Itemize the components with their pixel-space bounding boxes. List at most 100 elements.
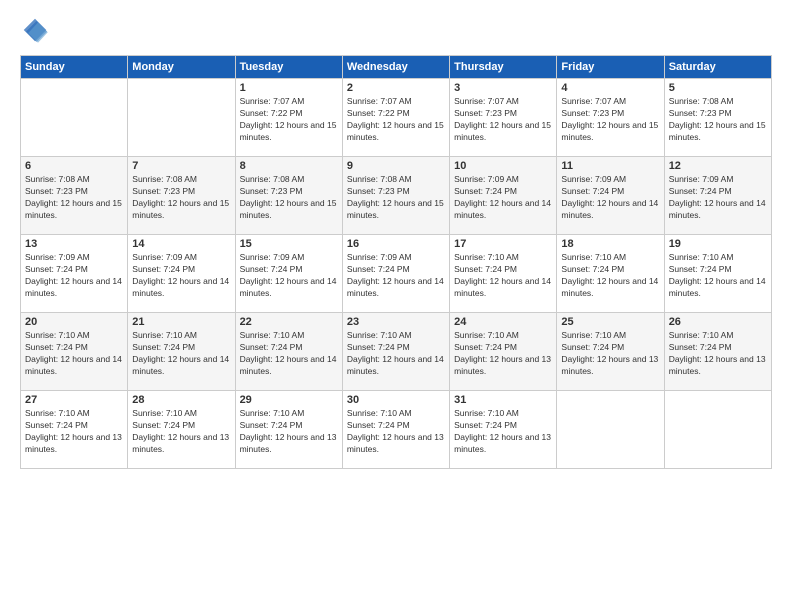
day-number: 28	[132, 394, 230, 406]
calendar-day-header: Monday	[128, 56, 235, 79]
calendar-day-cell: 1 Sunrise: 7:07 AMSunset: 7:22 PMDaylight…	[235, 79, 342, 157]
day-number: 19	[669, 238, 767, 250]
day-info: Sunrise: 7:07 AMSunset: 7:23 PMDaylight:…	[454, 96, 552, 144]
day-info: Sunrise: 7:10 AMSunset: 7:24 PMDaylight:…	[25, 408, 123, 456]
day-info: Sunrise: 7:10 AMSunset: 7:24 PMDaylight:…	[347, 330, 445, 378]
calendar-day-cell: 16 Sunrise: 7:09 AMSunset: 7:24 PMDayligh…	[342, 235, 449, 313]
day-info: Sunrise: 7:09 AMSunset: 7:24 PMDaylight:…	[240, 252, 338, 300]
calendar-day-header: Saturday	[664, 56, 771, 79]
day-info: Sunrise: 7:09 AMSunset: 7:24 PMDaylight:…	[669, 174, 767, 222]
calendar-day-cell: 23Sunrise: 7:10 AMSunset: 7:24 PMDayligh…	[342, 313, 449, 391]
day-info: Sunrise: 7:10 AMSunset: 7:24 PMDaylight:…	[561, 252, 659, 300]
calendar-day-cell: 13Sunrise: 7:09 AMSunset: 7:24 PMDayligh…	[21, 235, 128, 313]
calendar-day-cell: 11 Sunrise: 7:09 AMSunset: 7:24 PMDayligh…	[557, 157, 664, 235]
day-info: Sunrise: 7:10 AMSunset: 7:24 PMDaylight:…	[669, 330, 767, 378]
day-number: 9	[347, 160, 445, 172]
logo-icon	[20, 15, 50, 45]
calendar-day-cell: 14Sunrise: 7:09 AMSunset: 7:24 PMDayligh…	[128, 235, 235, 313]
day-info: Sunrise: 7:08 AMSunset: 7:23 PMDaylight:…	[347, 174, 445, 222]
calendar-day-cell: 22 Sunrise: 7:10 AMSunset: 7:24 PMDayligh…	[235, 313, 342, 391]
calendar-table: SundayMondayTuesdayWednesdayThursdayFrid…	[20, 55, 772, 469]
day-number: 7	[132, 160, 230, 172]
calendar-day-cell: 20 Sunrise: 7:10 AMSunset: 7:24 PMDayligh…	[21, 313, 128, 391]
calendar-day-cell: 6Sunrise: 7:08 AMSunset: 7:23 PMDaylight…	[21, 157, 128, 235]
calendar-day-header: Tuesday	[235, 56, 342, 79]
calendar-week-row: 27 Sunrise: 7:10 AMSunset: 7:24 PMDayligh…	[21, 391, 772, 469]
calendar-day-cell: 10 Sunrise: 7:09 AMSunset: 7:24 PMDayligh…	[450, 157, 557, 235]
day-number: 31	[454, 394, 552, 406]
calendar-day-cell	[664, 391, 771, 469]
day-info: Sunrise: 7:08 AMSunset: 7:23 PMDaylight:…	[669, 96, 767, 144]
calendar-day-cell: 30 Sunrise: 7:10 AMSunset: 7:24 PMDayligh…	[342, 391, 449, 469]
day-number: 29	[240, 394, 338, 406]
calendar-day-cell: 31 Sunrise: 7:10 AMSunset: 7:24 PMDayligh…	[450, 391, 557, 469]
calendar-day-cell: 21 Sunrise: 7:10 AMSunset: 7:24 PMDayligh…	[128, 313, 235, 391]
calendar-day-cell: 4Sunrise: 7:07 AMSunset: 7:23 PMDaylight…	[557, 79, 664, 157]
day-number: 8	[240, 160, 338, 172]
day-number: 10	[454, 160, 552, 172]
calendar-day-header: Thursday	[450, 56, 557, 79]
header	[20, 15, 772, 45]
calendar-day-cell	[128, 79, 235, 157]
day-info: Sunrise: 7:10 AMSunset: 7:24 PMDaylight:…	[454, 408, 552, 456]
day-number: 1	[240, 82, 338, 94]
day-info: Sunrise: 7:09 AMSunset: 7:24 PMDaylight:…	[347, 252, 445, 300]
day-info: Sunrise: 7:10 AMSunset: 7:24 PMDaylight:…	[347, 408, 445, 456]
calendar-day-header: Friday	[557, 56, 664, 79]
day-info: Sunrise: 7:08 AMSunset: 7:23 PMDaylight:…	[132, 174, 230, 222]
day-number: 6	[25, 160, 123, 172]
calendar-header-row: SundayMondayTuesdayWednesdayThursdayFrid…	[21, 56, 772, 79]
day-number: 21	[132, 316, 230, 328]
day-number: 3	[454, 82, 552, 94]
day-number: 25	[561, 316, 659, 328]
calendar-day-cell: 29 Sunrise: 7:10 AMSunset: 7:24 PMDayligh…	[235, 391, 342, 469]
day-info: Sunrise: 7:07 AMSunset: 7:22 PMDaylight:…	[240, 96, 338, 144]
day-info: Sunrise: 7:10 AMSunset: 7:24 PMDaylight:…	[132, 408, 230, 456]
day-number: 18	[561, 238, 659, 250]
day-info: Sunrise: 7:10 AMSunset: 7:24 PMDaylight:…	[25, 330, 123, 378]
calendar-day-header: Sunday	[21, 56, 128, 79]
day-number: 11	[561, 160, 659, 172]
day-info: Sunrise: 7:07 AMSunset: 7:22 PMDaylight:…	[347, 96, 445, 144]
day-number: 26	[669, 316, 767, 328]
calendar-day-header: Wednesday	[342, 56, 449, 79]
calendar-day-cell: 2 Sunrise: 7:07 AMSunset: 7:22 PMDaylight…	[342, 79, 449, 157]
day-number: 24	[454, 316, 552, 328]
calendar-day-cell	[557, 391, 664, 469]
day-number: 22	[240, 316, 338, 328]
calendar-day-cell: 17 Sunrise: 7:10 AMSunset: 7:24 PMDayligh…	[450, 235, 557, 313]
calendar-week-row: 13 Sunrise: 7:09 AMSunset: 7:24 PMDayligh…	[21, 235, 772, 313]
calendar-week-row: 6 Sunrise: 7:08 AMSunset: 7:23 PMDaylight…	[21, 157, 772, 235]
calendar-day-cell: 12 Sunrise: 7:09 AMSunset: 7:24 PMDayligh…	[664, 157, 771, 235]
day-number: 27	[25, 394, 123, 406]
calendar-week-row: 1 Sunrise: 7:07 AMSunset: 7:22 PMDaylight…	[21, 79, 772, 157]
day-info: Sunrise: 7:10 AMSunset: 7:24 PMDaylight:…	[240, 408, 338, 456]
day-number: 14	[132, 238, 230, 250]
day-number: 5	[669, 82, 767, 94]
calendar-day-cell: 7 Sunrise: 7:08 AMSunset: 7:23 PMDaylight…	[128, 157, 235, 235]
logo	[20, 15, 56, 45]
day-info: Sunrise: 7:10 AMSunset: 7:24 PMDaylight:…	[454, 330, 552, 378]
day-info: Sunrise: 7:09 AMSunset: 7:24 PMDaylight:…	[561, 174, 659, 222]
page: SundayMondayTuesdayWednesdayThursdayFrid…	[0, 0, 792, 612]
day-info: Sunrise: 7:10 AMSunset: 7:24 PMDaylight:…	[454, 252, 552, 300]
day-number: 20	[25, 316, 123, 328]
calendar-day-cell: 8 Sunrise: 7:08 AMSunset: 7:23 PMDaylight…	[235, 157, 342, 235]
day-info: Sunrise: 7:10 AMSunset: 7:24 PMDaylight:…	[240, 330, 338, 378]
day-info: Sunrise: 7:08 AMSunset: 7:23 PMDaylight:…	[240, 174, 338, 222]
calendar-day-cell: 5 Sunrise: 7:08 AMSunset: 7:23 PMDaylight…	[664, 79, 771, 157]
day-number: 12	[669, 160, 767, 172]
calendar-day-cell: 3 Sunrise: 7:07 AMSunset: 7:23 PMDaylight…	[450, 79, 557, 157]
day-info: Sunrise: 7:09 AMSunset: 7:24 PMDaylight:…	[454, 174, 552, 222]
calendar-day-cell: 19Sunrise: 7:10 AMSunset: 7:24 PMDayligh…	[664, 235, 771, 313]
day-number: 17	[454, 238, 552, 250]
calendar-day-cell: 9 Sunrise: 7:08 AMSunset: 7:23 PMDaylight…	[342, 157, 449, 235]
calendar-day-cell: 24 Sunrise: 7:10 AMSunset: 7:24 PMDayligh…	[450, 313, 557, 391]
day-number: 16	[347, 238, 445, 250]
day-number: 30	[347, 394, 445, 406]
day-number: 2	[347, 82, 445, 94]
calendar-day-cell: 18 Sunrise: 7:10 AMSunset: 7:24 PMDayligh…	[557, 235, 664, 313]
calendar-day-cell: 27 Sunrise: 7:10 AMSunset: 7:24 PMDayligh…	[21, 391, 128, 469]
day-number: 13	[25, 238, 123, 250]
day-info: Sunrise: 7:10 AMSunset: 7:24 PMDaylight:…	[132, 330, 230, 378]
